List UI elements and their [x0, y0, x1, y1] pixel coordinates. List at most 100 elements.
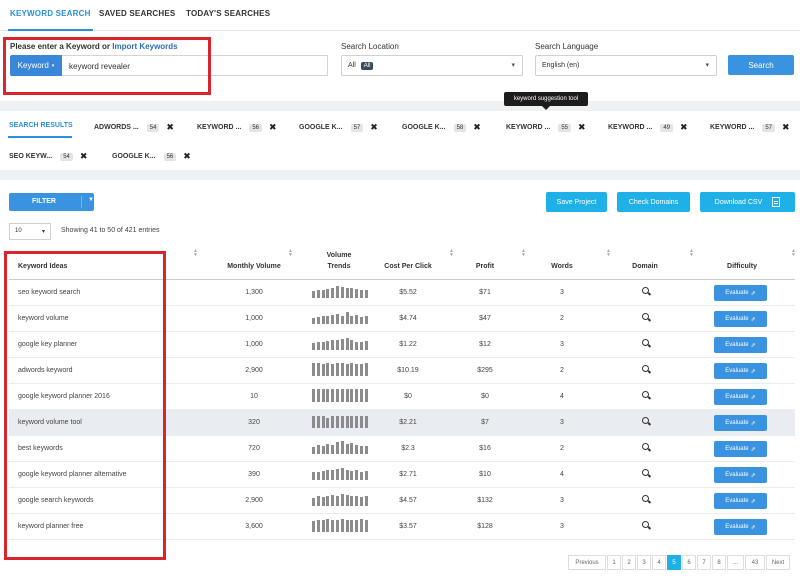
cpc-cell: $10.19 [397, 367, 419, 374]
result-tab[interactable]: GOOGLE K... 58 ✖ [402, 122, 481, 133]
sort-icon[interactable]: ▲ ▼ [689, 249, 694, 258]
search-icon[interactable] [642, 391, 649, 398]
col-words[interactable]: Words [540, 263, 584, 270]
pagination-page[interactable]: 6 [682, 555, 696, 570]
sort-icon[interactable]: ▲ ▼ [791, 249, 796, 258]
tab-keyword-search[interactable]: KEYWORD SEARCH [8, 9, 93, 31]
entries-info: Showing 41 to 50 of 421 entries [61, 227, 160, 234]
close-icon[interactable]: ✖ [473, 122, 481, 133]
volume-cell: 320 [248, 419, 260, 426]
result-tab[interactable]: ADWORDS ... 54 ✖ [94, 122, 174, 133]
evaluate-label: Evaluate [725, 420, 749, 426]
result-tab[interactable]: KEYWORD ... 55 ✖ [506, 122, 586, 133]
close-icon[interactable]: ✖ [269, 122, 277, 133]
result-tab[interactable]: GOOGLE K... 57 ✖ [299, 122, 378, 133]
search-icon[interactable] [642, 313, 649, 320]
result-tab[interactable]: KEYWORD ... 57 ✖ [710, 122, 790, 133]
search-button[interactable]: Search [728, 55, 794, 75]
result-tab-label: KEYWORD ... [506, 124, 551, 131]
trend-bar [312, 389, 315, 402]
search-icon[interactable] [642, 469, 649, 476]
col-profit[interactable]: Profit [460, 263, 510, 270]
trend-bar [350, 316, 354, 324]
sort-icon[interactable]: ▲ ▼ [606, 249, 611, 258]
col-monthly-volume[interactable]: Monthly Volume [220, 263, 288, 270]
col-cost-per-click[interactable]: Cost Per Click [374, 263, 442, 270]
search-icon[interactable] [642, 521, 649, 528]
evaluate-button[interactable]: Evaluate ⇗ [714, 285, 767, 301]
search-location-select[interactable]: All All ▾ [341, 55, 523, 76]
pagination-page[interactable]: 3 [637, 555, 651, 570]
tab-saved-searches[interactable]: SAVED SEARCHES [99, 9, 175, 18]
search-icon[interactable] [642, 287, 649, 294]
evaluate-button[interactable]: Evaluate ⇗ [714, 311, 767, 327]
tab-todays-searches[interactable]: TODAY'S SEARCHES [186, 9, 270, 18]
trend-bar [312, 498, 315, 506]
result-tab[interactable]: GOOGLE K... 56 ✖ [112, 151, 191, 162]
pagination-page[interactable]: 7 [697, 555, 711, 570]
result-tab[interactable]: KEYWORD ... 49 ✖ [608, 122, 688, 133]
pagination-page[interactable]: 4 [652, 555, 666, 570]
close-icon[interactable]: ✖ [370, 122, 378, 133]
close-icon[interactable]: ✖ [183, 151, 191, 162]
close-icon[interactable]: ✖ [166, 122, 174, 133]
close-icon[interactable]: ✖ [680, 122, 688, 133]
download-csv-label: Download CSV [714, 198, 763, 206]
words-cell: 3 [560, 341, 564, 348]
close-icon[interactable]: ✖ [80, 151, 88, 162]
sort-icon[interactable]: ▲ ▼ [288, 249, 293, 258]
search-icon[interactable] [642, 443, 649, 450]
trend-bar [340, 338, 344, 350]
tab-search-results[interactable]: SEARCH RESULTS [9, 122, 73, 129]
trend-bar [350, 470, 354, 480]
pagination-next[interactable]: Next [766, 555, 790, 570]
language-value: English (en) [542, 62, 580, 69]
trend-bar [360, 519, 363, 532]
close-icon[interactable]: ✖ [578, 122, 586, 133]
keyword-research-page: KEYWORD SEARCH SAVED SEARCHES TODAY'S SE… [0, 0, 800, 581]
trend-bar [312, 415, 315, 428]
result-tab[interactable]: SEO KEYW... 54 ✖ [9, 151, 87, 162]
pagination-prev[interactable]: Previous [568, 555, 606, 570]
evaluate-button[interactable]: Evaluate ⇗ [714, 493, 767, 509]
pagination-page[interactable]: 2 [622, 555, 636, 570]
page-size-select[interactable]: 10 ▾ [9, 223, 51, 240]
evaluate-button[interactable]: Evaluate ⇗ [714, 389, 767, 405]
caret-down-icon[interactable]: ▼ [88, 197, 94, 203]
search-icon[interactable] [642, 365, 649, 372]
check-domains-button[interactable]: Check Domains [617, 192, 690, 212]
sort-icon[interactable]: ▲ ▼ [521, 249, 526, 258]
pagination-page[interactable]: 43 [745, 555, 765, 570]
active-tab-indicator [8, 136, 72, 138]
evaluate-button[interactable]: Evaluate ⇗ [714, 337, 767, 353]
evaluate-button[interactable]: Evaluate ⇗ [714, 415, 767, 431]
trend-bar [340, 363, 344, 376]
trend-bar [331, 470, 335, 480]
location-value: All [348, 62, 356, 69]
evaluate-button[interactable]: Evaluate ⇗ [714, 467, 767, 483]
result-tab[interactable]: KEYWORD ... 56 ✖ [197, 122, 277, 133]
download-csv-button[interactable]: Download CSV [700, 192, 795, 212]
evaluate-button[interactable]: Evaluate ⇗ [714, 519, 767, 535]
sort-icon[interactable]: ▲ ▼ [449, 249, 454, 258]
search-icon[interactable] [642, 495, 649, 502]
trend-bar [321, 519, 325, 532]
trend-bar [364, 290, 368, 298]
pagination-page[interactable]: 1 [607, 555, 621, 570]
trend-sparkline [312, 285, 370, 298]
sort-icon[interactable]: ▲ ▼ [193, 249, 198, 258]
words-cell: 3 [560, 523, 564, 530]
evaluate-button[interactable]: Evaluate ⇗ [714, 363, 767, 379]
search-language-select[interactable]: English (en) ▾ [535, 55, 717, 76]
save-project-button[interactable]: Save Project [546, 192, 607, 212]
pagination-page[interactable]: 8 [712, 555, 726, 570]
evaluate-label: Evaluate [725, 446, 749, 452]
col-difficulty[interactable]: Difficulty [715, 263, 769, 270]
col-domain[interactable]: Domain [622, 263, 668, 270]
evaluate-button[interactable]: Evaluate ⇗ [714, 441, 767, 457]
search-icon[interactable] [642, 417, 649, 424]
pagination-page[interactable]: 5 [667, 555, 681, 570]
close-icon[interactable]: ✖ [782, 122, 790, 133]
search-icon[interactable] [642, 339, 649, 346]
filter-button[interactable]: FILTER ▼ [9, 193, 94, 211]
